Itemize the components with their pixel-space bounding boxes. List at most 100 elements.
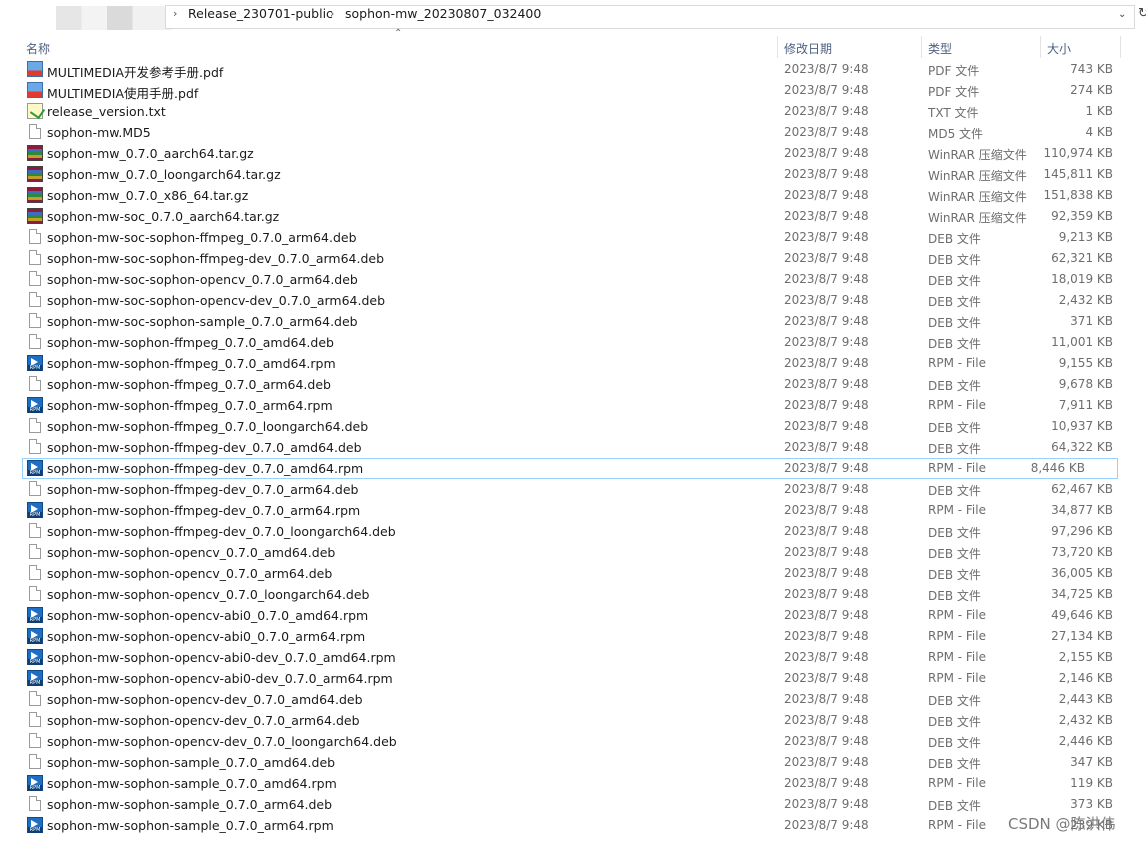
- column-header-size[interactable]: 大小: [1047, 40, 1071, 57]
- file-row[interactable]: sophon-mw-soc-sophon-opencv-dev_0.7.0_ar…: [0, 290, 1146, 311]
- file-size: 151,838 KB: [1043, 188, 1113, 202]
- file-size: 119 KB: [1070, 776, 1113, 790]
- file-row[interactable]: sophon-mw.MD5 2023/8/7 9:48 MD5 文件 4 KB: [0, 122, 1146, 143]
- file-row[interactable]: sophon-mw-sophon-ffmpeg_0.7.0_loongarch6…: [0, 416, 1146, 437]
- file-row[interactable]: sophon-mw-sophon-opencv-dev_0.7.0_arm64.…: [0, 710, 1146, 731]
- file-size: 92,359 KB: [1051, 209, 1113, 223]
- file-row[interactable]: sophon-mw-sophon-sample_0.7.0_amd64.rpm 2…: [0, 773, 1146, 794]
- file-row[interactable]: sophon-mw-sophon-ffmpeg-dev_0.7.0_arm64.…: [0, 479, 1146, 500]
- file-date-modified: 2023/8/7 9:48: [784, 104, 869, 118]
- breadcrumb-current-folder[interactable]: sophon-mw_20230807_032400: [345, 6, 541, 21]
- file-row[interactable]: sophon-mw-sophon-opencv-abi0-dev_0.7.0_a…: [0, 647, 1146, 668]
- file-icon: [29, 124, 41, 139]
- file-icon: [29, 754, 41, 769]
- file-name: sophon-mw-sophon-opencv-abi0_0.7.0_amd64…: [47, 608, 369, 623]
- file-icon: [29, 376, 41, 391]
- address-history-dropdown-icon[interactable]: ⌄: [1118, 9, 1126, 20]
- file-name: sophon-mw-sophon-sample_0.7.0_amd64.rpm: [47, 776, 337, 791]
- column-divider[interactable]: [1040, 36, 1041, 58]
- file-icon: [29, 712, 41, 727]
- file-row[interactable]: sophon-mw-sophon-opencv-abi0-dev_0.7.0_a…: [0, 668, 1146, 689]
- file-date-modified: 2023/8/7 9:48: [784, 608, 869, 622]
- column-header-name[interactable]: 名称: [26, 40, 50, 57]
- file-row-cells: sophon-mw-sophon-sample_0.7.0_amd64.rpm 2…: [0, 773, 1146, 794]
- file-date-modified: 2023/8/7 9:48: [784, 713, 869, 727]
- breadcrumb-chevron-icon[interactable]: ›: [173, 7, 177, 20]
- file-row[interactable]: sophon-mw_0.7.0_aarch64.tar.gz 2023/8/7 9…: [0, 143, 1146, 164]
- file-icon: [29, 691, 41, 706]
- file-size: 97,296 KB: [1051, 524, 1113, 538]
- file-row-cells: sophon-mw-soc-sophon-sample_0.7.0_arm64.…: [0, 311, 1146, 332]
- column-divider[interactable]: [777, 36, 778, 58]
- file-name: sophon-mw-sophon-opencv-dev_0.7.0_loonga…: [47, 734, 397, 749]
- file-row[interactable]: sophon-mw-sophon-ffmpeg_0.7.0_arm64.deb 2…: [0, 374, 1146, 395]
- file-row[interactable]: MULTIMEDIA使用手册.pdf 2023/8/7 9:48 PDF 文件 274…: [0, 80, 1146, 101]
- file-size: 4 KB: [1085, 125, 1113, 139]
- file-row[interactable]: sophon-mw-sophon-opencv-abi0_0.7.0_arm64…: [0, 626, 1146, 647]
- column-header-date-modified[interactable]: 修改日期: [784, 40, 832, 57]
- file-row-cells: sophon-mw-sophon-opencv-abi0_0.7.0_amd64…: [0, 605, 1146, 626]
- file-date-modified: 2023/8/7 9:48: [784, 335, 869, 349]
- file-row[interactable]: sophon-mw-sophon-ffmpeg-dev_0.7.0_loonga…: [0, 521, 1146, 542]
- file-row[interactable]: sophon-mw-sophon-ffmpeg_0.7.0_arm64.rpm 2…: [0, 395, 1146, 416]
- file-icon: [29, 796, 41, 811]
- file-name: sophon-mw-sophon-ffmpeg-dev_0.7.0_arm64.…: [47, 482, 359, 497]
- file-row[interactable]: MULTIMEDIA开发参考手册.pdf 2023/8/7 9:48 PDF 文件 7…: [0, 59, 1146, 80]
- file-row[interactable]: sophon-mw-soc-sophon-ffmpeg-dev_0.7.0_ar…: [0, 248, 1146, 269]
- file-type: DEB 文件: [928, 568, 981, 582]
- refresh-icon[interactable]: ↻: [1138, 6, 1146, 21]
- breadcrumb-release-folder[interactable]: Release_230701-public: [188, 6, 333, 21]
- file-date-modified: 2023/8/7 9:48: [784, 146, 869, 160]
- file-row[interactable]: sophon-mw-sophon-ffmpeg-dev_0.7.0_amd64.…: [0, 437, 1146, 458]
- file-type: MD5 文件: [928, 127, 984, 141]
- file-name: MULTIMEDIA开发参考手册.pdf: [47, 65, 224, 80]
- file-type: DEB 文件: [928, 379, 981, 393]
- file-row[interactable]: sophon-mw-sophon-ffmpeg_0.7.0_amd64.deb 2…: [0, 332, 1146, 353]
- file-date-modified: 2023/8/7 9:48: [784, 566, 869, 580]
- file-row[interactable]: sophon-mw-sophon-opencv-dev_0.7.0_loonga…: [0, 731, 1146, 752]
- file-row[interactable]: sophon-mw-sophon-opencv_0.7.0_amd64.deb 2…: [0, 542, 1146, 563]
- file-type: RPM - File: [928, 776, 986, 790]
- column-header-type[interactable]: 类型: [928, 40, 952, 57]
- file-type: DEB 文件: [928, 526, 981, 540]
- file-row[interactable]: sophon-mw-sophon-ffmpeg_0.7.0_amd64.rpm 2…: [0, 353, 1146, 374]
- file-row[interactable]: sophon-mw-sophon-opencv_0.7.0_loongarch6…: [0, 584, 1146, 605]
- file-row-cells: MULTIMEDIA使用手册.pdf 2023/8/7 9:48 PDF 文件 274…: [0, 80, 1146, 101]
- column-divider[interactable]: [1120, 36, 1121, 58]
- file-row[interactable]: sophon-mw-sophon-opencv-dev_0.7.0_amd64.…: [0, 689, 1146, 710]
- file-size: 1 KB: [1085, 104, 1113, 118]
- file-date-modified: 2023/8/7 9:48: [784, 272, 869, 286]
- file-row[interactable]: release_version.txt 2023/8/7 9:48 TXT 文件 1 …: [0, 101, 1146, 122]
- file-list: MULTIMEDIA开发参考手册.pdf 2023/8/7 9:48 PDF 文件 7…: [0, 59, 1146, 836]
- file-row[interactable]: sophon-mw-sophon-sample_0.7.0_arm64.deb 2…: [0, 794, 1146, 815]
- file-row-cells: sophon-mw_0.7.0_loongarch64.tar.gz 2023/8…: [0, 164, 1146, 185]
- column-divider[interactable]: [921, 36, 922, 58]
- file-row[interactable]: sophon-mw-soc-sophon-sample_0.7.0_arm64.…: [0, 311, 1146, 332]
- file-name: sophon-mw-sophon-ffmpeg-dev_0.7.0_amd64.…: [47, 461, 364, 476]
- file-icon: [29, 733, 41, 748]
- file-row[interactable]: sophon-mw-sophon-ffmpeg-dev_0.7.0_amd64.…: [22, 458, 1118, 479]
- file-row-cells: sophon-mw_0.7.0_x86_64.tar.gz 2023/8/7 9:…: [0, 185, 1146, 206]
- rpm-icon: [27, 628, 43, 644]
- file-row-cells: sophon-mw-soc-sophon-ffmpeg-dev_0.7.0_ar…: [0, 248, 1146, 269]
- file-icon: [29, 334, 41, 349]
- file-row[interactable]: sophon-mw-soc-sophon-ffmpeg_0.7.0_arm64.…: [0, 227, 1146, 248]
- file-date-modified: 2023/8/7 9:48: [784, 503, 869, 517]
- file-size: 36,005 KB: [1051, 566, 1113, 580]
- file-name: sophon-mw.MD5: [47, 125, 151, 140]
- file-row[interactable]: sophon-mw-sophon-opencv_0.7.0_arm64.deb 2…: [0, 563, 1146, 584]
- file-row[interactable]: sophon-mw-sophon-ffmpeg-dev_0.7.0_arm64.…: [0, 500, 1146, 521]
- file-row[interactable]: sophon-mw-sophon-sample_0.7.0_amd64.deb 2…: [0, 752, 1146, 773]
- breadcrumb-chevron-icon[interactable]: ›: [330, 7, 334, 20]
- file-type: DEB 文件: [928, 799, 981, 813]
- file-row[interactable]: sophon-mw-sophon-opencv-abi0_0.7.0_amd64…: [0, 605, 1146, 626]
- file-row[interactable]: sophon-mw_0.7.0_x86_64.tar.gz 2023/8/7 9:…: [0, 185, 1146, 206]
- file-row-cells: sophon-mw_0.7.0_aarch64.tar.gz 2023/8/7 9…: [0, 143, 1146, 164]
- file-name: sophon-mw_0.7.0_aarch64.tar.gz: [47, 146, 254, 161]
- file-row[interactable]: sophon-mw-sophon-sample_0.7.0_arm64.rpm 2…: [0, 815, 1146, 836]
- file-row[interactable]: sophon-mw-soc_0.7.0_aarch64.tar.gz 2023/8…: [0, 206, 1146, 227]
- file-date-modified: 2023/8/7 9:48: [784, 419, 869, 433]
- file-name: MULTIMEDIA使用手册.pdf: [47, 86, 199, 101]
- file-row[interactable]: sophon-mw_0.7.0_loongarch64.tar.gz 2023/8…: [0, 164, 1146, 185]
- file-row[interactable]: sophon-mw-soc-sophon-opencv_0.7.0_arm64.…: [0, 269, 1146, 290]
